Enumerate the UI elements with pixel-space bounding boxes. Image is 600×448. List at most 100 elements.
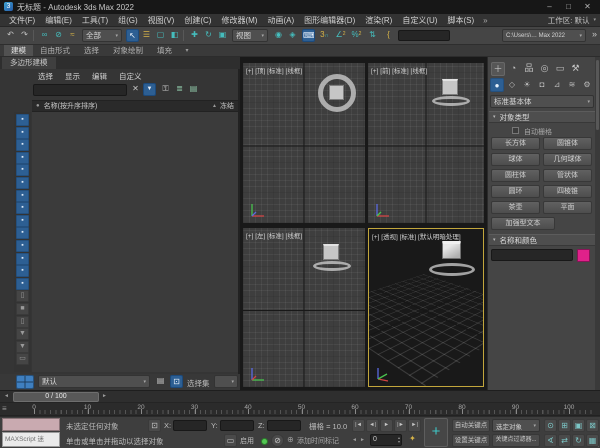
edit-named-selection-sets-button[interactable]: { (382, 29, 395, 42)
explorer-filter-icon-7[interactable]: ▪ (16, 190, 29, 202)
nav-maximize-viewport-button[interactable]: ▦ (586, 434, 599, 447)
maximize-button[interactable]: □ (559, 0, 578, 14)
viewcube[interactable] (313, 242, 351, 272)
unlink-selection-icon[interactable]: ⊘ (52, 29, 65, 42)
slider-right-arrow[interactable]: ► (102, 393, 107, 399)
category-shapes-icon[interactable]: ◇ (505, 78, 519, 92)
command-tab-create[interactable]: ＋ (491, 62, 505, 76)
create-box-button[interactable]: 长方体 (491, 137, 540, 150)
create-pyramid-button[interactable]: 四棱锥 (543, 185, 592, 198)
adaptive-degradation-icon[interactable]: ▭ (224, 434, 237, 447)
track-bar-mode-icon[interactable]: ≡ (2, 404, 7, 413)
named-selection-set-dropdown[interactable]: ▾ (214, 375, 238, 388)
frozen-column-header[interactable]: 冻结 (220, 101, 234, 111)
playback-previous-frame-button[interactable]: ◄| (366, 419, 379, 432)
explorer-filter-icon-10[interactable]: ▪ (16, 227, 29, 239)
category-helpers-icon[interactable]: ⊿ (550, 78, 564, 92)
create-plane-button[interactable]: 平面 (543, 201, 592, 214)
select-and-rotate-button[interactable]: ↻ (202, 29, 215, 42)
playback-play-button[interactable]: ► (380, 419, 393, 432)
explorer-filter-icon-9[interactable]: ▪ (16, 215, 29, 227)
use-pivot-point-button[interactable]: ◉ (272, 29, 285, 42)
add-time-tag-icon[interactable]: ⊕ (287, 435, 294, 444)
nav-field-of-view-button[interactable]: ∢ (544, 434, 557, 447)
select-and-link-icon[interactable]: ∞ (38, 29, 51, 42)
ribbon-minimize-icon[interactable]: ▾ (179, 45, 195, 56)
menu-item-edit[interactable]: 编辑(E) (45, 15, 72, 26)
explorer-filter-icon-11[interactable]: ▪ (16, 240, 29, 252)
frame-spin-left-icon[interactable]: ◄ (352, 437, 357, 443)
z-coordinate-field[interactable] (267, 420, 301, 431)
clear-search-icon[interactable]: ✕ (129, 83, 142, 96)
ribbon-tab-populate[interactable]: 填充 (150, 45, 179, 56)
explorer-filter-icon-8[interactable]: ▪ (16, 202, 29, 214)
select-by-name-button[interactable]: ☰ (140, 29, 153, 42)
viewport-left-label[interactable]: [+] [左] [标准] [线框] (246, 230, 302, 240)
object-name-input[interactable] (491, 249, 573, 261)
viewcube[interactable] (429, 237, 475, 279)
key-selection-dropdown[interactable]: 选定对象 ▾ (492, 419, 540, 432)
viewport-perspective-label[interactable]: [+] [透视] [标准] [默认明暗处理] (372, 231, 461, 241)
percent-snap-toggle-button[interactable]: %2 (350, 29, 363, 42)
viewport-top[interactable]: [+] [顶] [标准] [线框] (243, 63, 365, 223)
panel-scrollbar[interactable] (595, 57, 600, 390)
menu-item-create[interactable]: 创建(C) (184, 15, 211, 26)
keyboard-shortcut-override-button[interactable]: ⌨ (302, 29, 315, 42)
track-bar[interactable]: ≡ 0102030405060708090100 (0, 403, 600, 416)
x-coordinate-field[interactable] (173, 420, 207, 431)
menu-item-group[interactable]: 组(G) (118, 15, 138, 26)
rollout-name-and-color[interactable]: ▾ 名称和颜色 (489, 234, 595, 246)
select-and-manipulate-button[interactable]: ◈ (286, 29, 299, 42)
create-textplus-button[interactable]: 加强型文本 (491, 217, 555, 230)
rectangular-selection-region-button[interactable]: ▢ (154, 29, 167, 42)
explorer-filter-icon-5[interactable]: ▪ (16, 164, 29, 176)
window-crossing-toggle-button[interactable]: ◧ (168, 29, 181, 42)
create-sphere-button[interactable]: 球体 (491, 153, 540, 166)
playback-go-to-start-button[interactable]: |◄ (352, 419, 365, 432)
recent-project-dropdown[interactable]: C:\Users\… Max 2022 ▾ (502, 29, 586, 42)
playback-go-to-end-button[interactable]: ►| (408, 419, 421, 432)
category-cameras-icon[interactable]: ◘ (535, 78, 549, 92)
key-filters-button[interactable]: 关键点过滤器... (492, 434, 540, 447)
explorer-filter-icon-1[interactable]: ▪ (16, 114, 29, 126)
create-geosphere-button[interactable]: 几何球体 (543, 153, 592, 166)
ribbon-tab-selection[interactable]: 选择 (77, 45, 106, 56)
undo-button[interactable]: ↶ (4, 29, 17, 42)
explorer-filter-icon-4[interactable]: ▪ (16, 152, 29, 164)
angle-snap-toggle-button[interactable]: ∠2 (334, 29, 347, 42)
explorer-filter-icon-20[interactable]: ▭ (16, 353, 29, 365)
explorer-menu-customize[interactable]: 自定义 (119, 71, 142, 82)
explorer-filter-icon-18[interactable]: ▼ (16, 328, 29, 340)
command-tab-display[interactable]: ▭ (553, 62, 567, 76)
scrollbar-thumb[interactable] (596, 60, 599, 130)
menu-item-rendering[interactable]: 渲染(R) (365, 15, 392, 26)
explorer-filter-icon-17[interactable]: ▯ (16, 316, 29, 328)
explorer-menu-edit[interactable]: 编辑 (92, 71, 107, 82)
spinner-snap-toggle-button[interactable]: ⇅ (366, 29, 379, 42)
select-and-move-button[interactable]: ✚ (188, 29, 201, 42)
nav-zoom-button[interactable]: ⊙ (544, 419, 557, 432)
mute-toggle-icon[interactable]: ⊘ (271, 434, 284, 447)
nav-orbit-button[interactable]: ↻ (572, 434, 585, 447)
viewport-front[interactable]: [+] [前] [标准] [线框] (368, 63, 484, 223)
selection-filter-dropdown[interactable]: 全部 ▾ (82, 29, 122, 42)
selection-lock-toggle[interactable]: ⊡ (148, 419, 161, 432)
filter-funnel-icon[interactable]: ▼ (143, 83, 156, 96)
select-and-scale-button[interactable]: ▣ (216, 29, 229, 42)
subcategory-dropdown[interactable]: 标准基本体 ▾ (490, 95, 594, 108)
ribbon-tab-freeform[interactable]: 自由形式 (33, 45, 77, 56)
category-lights-icon[interactable]: ☀ (520, 78, 534, 92)
reference-coordinate-dropdown[interactable]: 视图 ▾ (232, 29, 268, 42)
bind-to-space-warp-icon[interactable]: ≈ (66, 29, 79, 42)
menu-item-customize[interactable]: 自定义(U) (402, 15, 437, 26)
set-key-button[interactable]: 设置关键点 (452, 434, 490, 447)
current-frame-field[interactable]: 0 ▴▾ (370, 434, 402, 446)
explorer-filter-icon-3[interactable]: ▪ (16, 139, 29, 151)
menu-item-file[interactable]: 文件(F) (9, 15, 35, 26)
time-slider[interactable]: ◄ 0 / 100 ► (0, 390, 600, 403)
y-coordinate-field[interactable] (220, 420, 254, 431)
viewcube[interactable] (318, 74, 356, 112)
select-object-button[interactable]: ↖ (126, 29, 139, 42)
explorer-filter-icon-12[interactable]: ▪ (16, 253, 29, 265)
named-selection-sets-input[interactable] (398, 30, 450, 41)
